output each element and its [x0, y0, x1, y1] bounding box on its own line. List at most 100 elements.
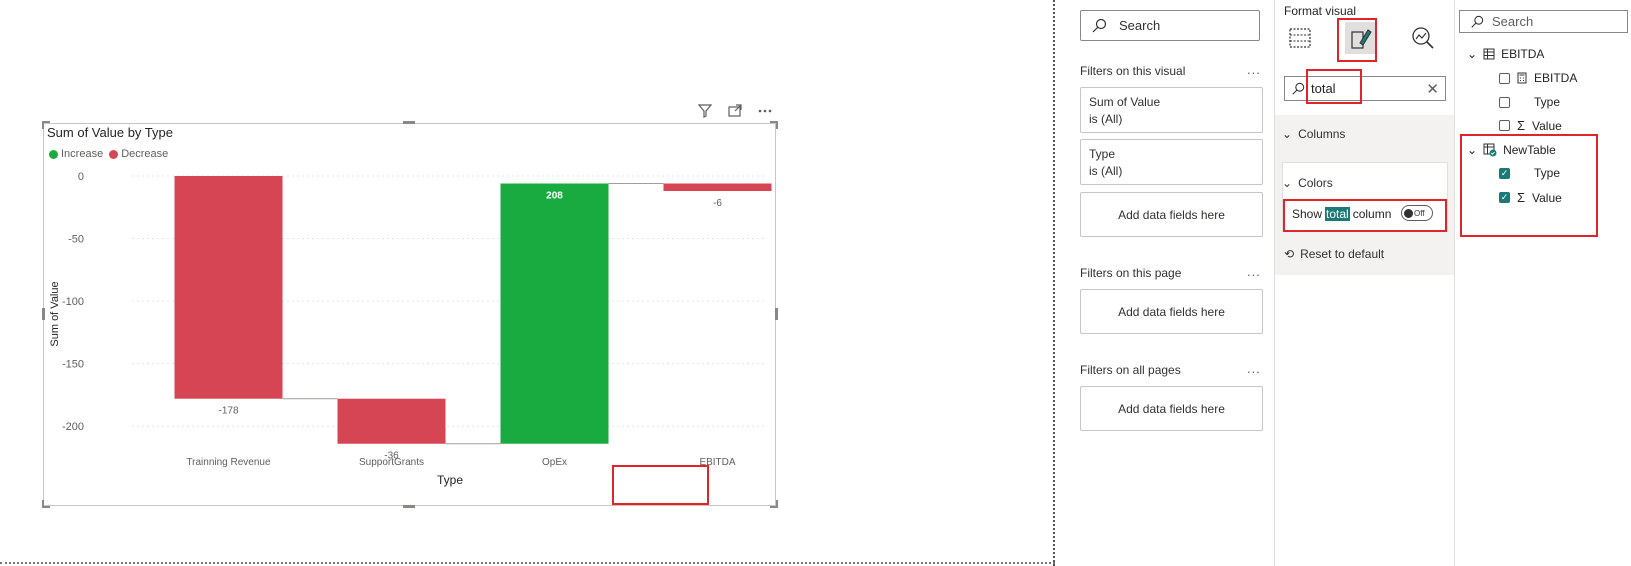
field-checkbox[interactable] [1499, 96, 1510, 108]
format-visual-tab[interactable] [1345, 22, 1377, 54]
filter-card-state: is (All) [1089, 112, 1123, 126]
chevron-down-icon: ⌄ [1282, 127, 1293, 141]
field-newtable-type[interactable]: ✓ Type [1499, 166, 1560, 180]
build-visual-tab[interactable] [1284, 22, 1316, 54]
filters-page-more-button[interactable]: ... [1247, 264, 1261, 279]
table-name: EBITDA [1501, 47, 1545, 61]
columns-label: Columns [1298, 127, 1346, 141]
table-newtable[interactable]: ⌄ NewTable [1467, 143, 1556, 157]
field-name: Type [1534, 166, 1561, 180]
resize-handle[interactable] [776, 121, 778, 129]
field-name: EBITDA [1534, 71, 1578, 85]
waterfall-visual[interactable]: Sum of Value by Type Increase Decrease 0… [43, 123, 776, 506]
sigma-icon: Σ [1516, 190, 1526, 205]
x-tick-label: OpEx [542, 457, 567, 468]
show-total-label-post: column [1352, 207, 1392, 221]
sigma-icon: Σ [1516, 118, 1526, 133]
resize-handle[interactable] [403, 121, 415, 124]
resize-handle[interactable] [776, 500, 778, 508]
add-data-fields-page[interactable]: Add data fields here [1080, 289, 1263, 334]
table-ebitda[interactable]: ⌄ EBITDA [1467, 47, 1544, 61]
field-name: Value [1532, 118, 1562, 133]
field-ebitda-measure[interactable]: EBITDA [1499, 71, 1577, 85]
resize-handle[interactable] [42, 308, 45, 320]
data-label: 208 [546, 191, 563, 202]
filters-all-pages-title: Filters on all pages [1080, 363, 1181, 377]
field-ebitda-type[interactable]: Type [1499, 95, 1560, 109]
reset-icon: ⟲ [1284, 247, 1295, 261]
chart-svg: 0 -50 -100 -150 -200 Sum of Value Type -178 Trai… [49, 171, 772, 487]
y-tick-label: 0 [78, 171, 84, 183]
calculator-icon [1517, 72, 1527, 84]
field-checkbox-checked[interactable]: ✓ [1499, 167, 1510, 179]
focus-mode-icon[interactable] [726, 102, 744, 120]
data-label: -6 [713, 198, 722, 209]
show-total-label-highlight: total [1325, 207, 1350, 221]
chevron-down-icon: ⌄ [1467, 143, 1478, 157]
data-label: -178 [218, 406, 238, 417]
toggle-knob [1404, 208, 1413, 218]
data-pane: Search ⌄ EBITDA EBITDA Type Σ Value ⌄ Ne… [1454, 0, 1631, 566]
field-ebitda-value[interactable]: Σ Value [1499, 118, 1562, 133]
y-tick-label: -100 [62, 296, 84, 308]
filter-card-field: Sum of Value [1089, 95, 1161, 109]
field-newtable-value[interactable]: ✓ Σ Value [1499, 190, 1562, 205]
field-checkbox[interactable] [1499, 120, 1510, 131]
search-icon [1292, 82, 1305, 95]
search-icon [1471, 15, 1484, 28]
filter-card-field: Type [1089, 147, 1116, 161]
filter-card-state: is (All) [1089, 164, 1123, 178]
reset-to-default-button[interactable]: ⟲ Reset to default [1284, 247, 1384, 261]
y-tick-label: -200 [62, 421, 84, 433]
add-data-fields-all-pages[interactable]: Add data fields here [1080, 386, 1263, 431]
waterfall-bar [500, 183, 609, 444]
colors-card [1282, 162, 1448, 232]
filters-search-input[interactable]: Search [1080, 10, 1260, 41]
resize-handle[interactable] [775, 308, 778, 320]
data-search-placeholder: Search [1492, 14, 1534, 29]
show-total-label-pre: Show [1292, 207, 1323, 221]
waterfall-bar [663, 183, 772, 192]
field-checkbox-checked[interactable]: ✓ [1499, 192, 1510, 203]
chevron-down-icon: ⌄ [1282, 176, 1293, 190]
add-data-fields-visual[interactable]: Add data fields here [1080, 192, 1263, 237]
chevron-down-icon: ⌄ [1467, 47, 1478, 61]
more-options-icon[interactable] [756, 102, 774, 120]
show-total-column-toggle[interactable]: Off [1401, 205, 1433, 221]
filter-icon[interactable] [696, 102, 714, 120]
field-name: Value [1532, 190, 1562, 205]
analytics-tab[interactable] [1407, 22, 1439, 54]
filters-on-page-title: Filters on this page [1080, 266, 1182, 280]
format-search-value: total [1311, 81, 1336, 96]
format-search-input[interactable]: total ✕ [1284, 76, 1446, 101]
colors-section-header[interactable]: ⌄ Colors [1282, 176, 1333, 190]
resize-handle[interactable] [42, 500, 44, 508]
waterfall-bar [174, 176, 283, 399]
field-name: Type [1534, 95, 1561, 109]
filter-card-sum-of-value[interactable]: Sum of Value is (All) [1080, 87, 1263, 133]
table-check-icon [1483, 143, 1497, 157]
resize-handle[interactable] [42, 121, 44, 129]
table-grid-icon [1289, 28, 1311, 48]
resize-handle[interactable] [403, 505, 415, 508]
y-tick-label: -150 [62, 359, 84, 371]
format-visual-title: Format visual [1284, 4, 1357, 18]
filters-all-pages-more-button[interactable]: ... [1247, 361, 1261, 376]
filters-pane: Search Filters on this visual ... Sum of… [1072, 0, 1274, 566]
data-search-input[interactable]: Search [1459, 10, 1628, 33]
field-checkbox[interactable] [1499, 72, 1510, 84]
waterfall-bar [337, 398, 446, 444]
search-icon [1092, 18, 1107, 32]
filters-visual-more-button[interactable]: ... [1247, 62, 1261, 77]
format-pane: Format visual total ✕ ⌄ Columns ⌄ Colors… [1274, 0, 1455, 566]
table-icon [1483, 48, 1495, 60]
filter-card-type[interactable]: Type is (All) [1080, 139, 1263, 185]
analytics-magnifier-icon [1412, 27, 1434, 49]
table-name: NewTable [1503, 143, 1556, 157]
colors-label: Colors [1298, 176, 1333, 190]
toggle-state-label: Off [1414, 208, 1425, 218]
visual-header [696, 102, 774, 120]
clear-search-icon[interactable]: ✕ [1426, 80, 1439, 98]
columns-section-header[interactable]: ⌄ Columns [1282, 127, 1345, 141]
x-tick-label: SupportGrants [359, 457, 424, 468]
